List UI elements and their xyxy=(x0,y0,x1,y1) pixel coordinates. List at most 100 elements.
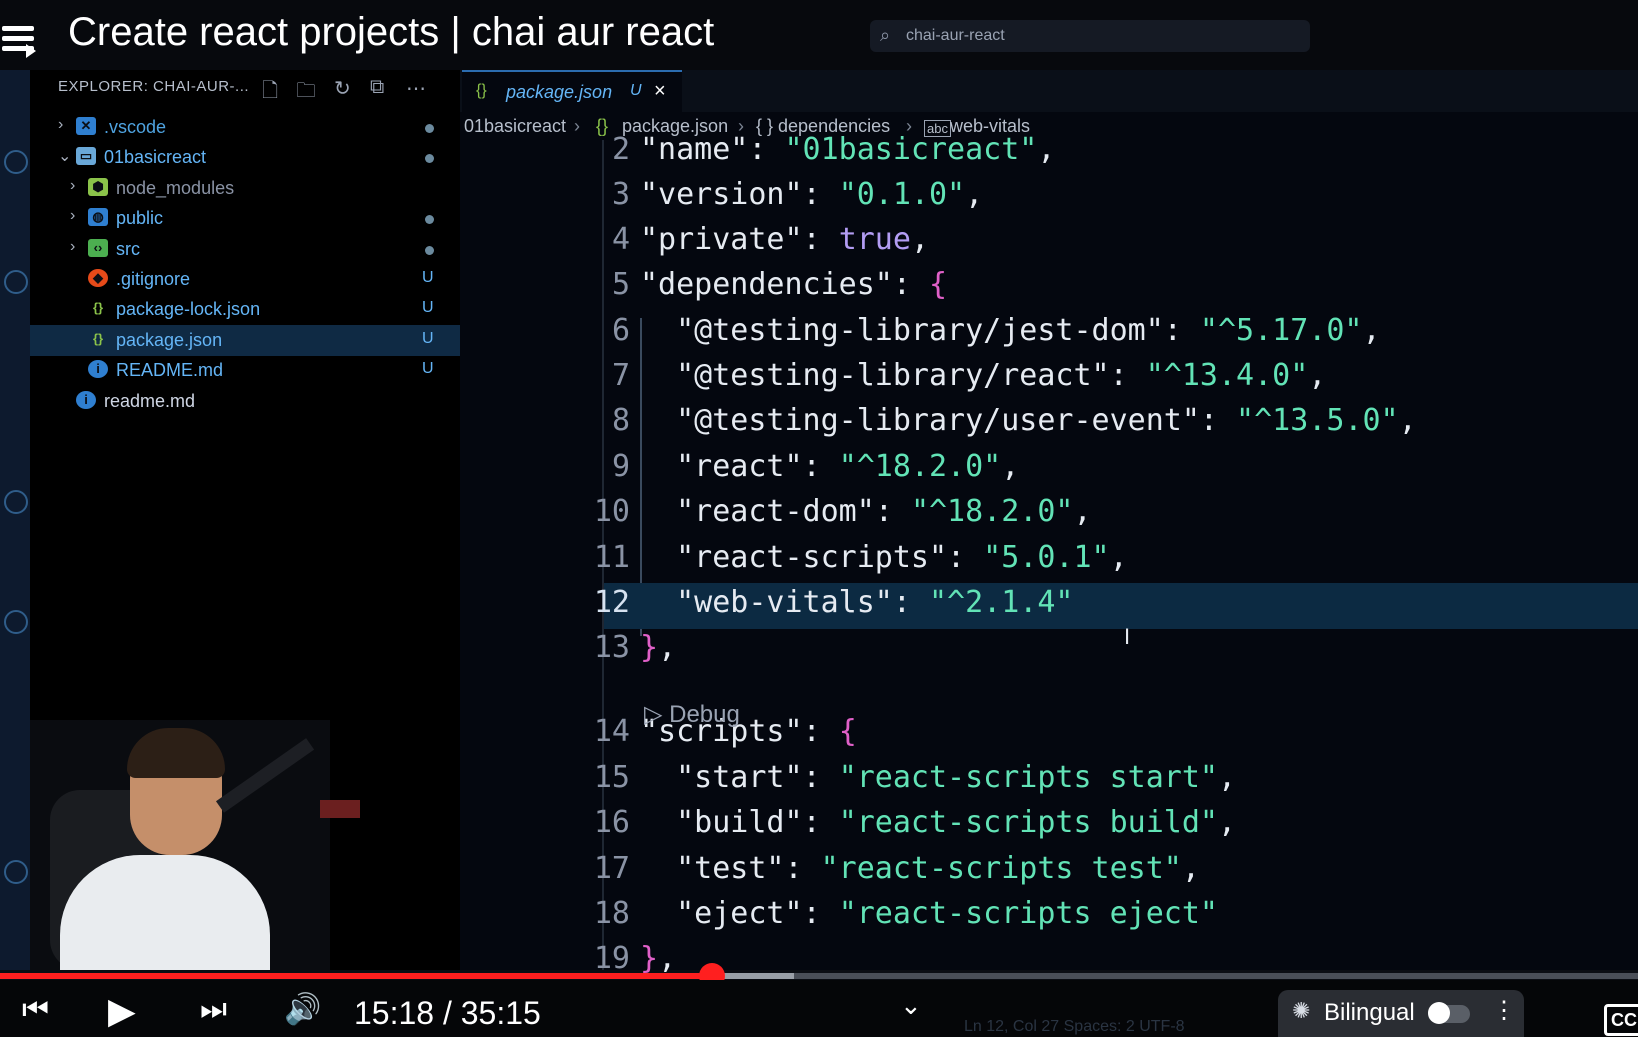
tree-item[interactable]: {} package.json U xyxy=(30,324,460,356)
code-token: : xyxy=(802,896,839,931)
line-number: 14 xyxy=(593,714,630,749)
code-token: , xyxy=(658,941,677,976)
tree-item[interactable]: › ⬢ node_modules xyxy=(30,173,460,204)
code-line[interactable]: 2 "name": "01basicreact", xyxy=(470,130,1638,176)
code-line[interactable]: 10 "react-dom": "^18.2.0", xyxy=(470,492,1638,538)
command-search-box[interactable]: ⌕ chai-aur-react xyxy=(870,20,1310,52)
json-icon: {} xyxy=(92,300,104,316)
microphone xyxy=(320,800,360,818)
tree-item[interactable]: › ‹› src xyxy=(30,234,460,265)
code-token: "^13.4.0" xyxy=(1145,358,1309,393)
tree-item[interactable]: i README.md U xyxy=(30,355,460,386)
code-line[interactable]: 4 "private": true, xyxy=(470,220,1638,266)
chevron-down-icon[interactable]: ⌄ xyxy=(58,146,71,166)
chevron-right-icon[interactable]: › xyxy=(70,207,75,225)
code-token: "dependencies" xyxy=(640,267,893,302)
code-line[interactable]: 17 "test": "react-scripts test", xyxy=(470,849,1638,895)
line-number: 15 xyxy=(593,760,630,795)
remote-icon[interactable] xyxy=(4,610,28,634)
code-token: , xyxy=(1308,358,1327,393)
next-icon[interactable]: ⏭ xyxy=(200,993,227,1027)
code-text: "dependencies": { xyxy=(640,267,947,302)
tree-item[interactable]: {} package-lock.json U xyxy=(30,294,460,325)
code-line[interactable]: 7 "@testing-library/react": "^13.4.0", xyxy=(470,356,1638,402)
tab-package-json[interactable]: {} package.json U × xyxy=(462,70,682,114)
code-token: , xyxy=(1217,805,1237,840)
search-icon: ⌕ xyxy=(880,25,891,45)
folder-vscode-icon: ✕ xyxy=(76,117,96,135)
video-title[interactable]: Create react projects | chai aur react xyxy=(68,10,714,55)
code-text: "react": "^18.2.0", xyxy=(640,449,1019,484)
code-text: "start": "react-scripts start", xyxy=(640,760,1236,795)
more-actions-icon[interactable]: ⋯ xyxy=(406,76,426,101)
code-line[interactable]: 6 "@testing-library/jest-dom": "^5.17.0"… xyxy=(470,311,1638,357)
close-icon[interactable]: × xyxy=(654,80,666,103)
code-line[interactable]: 13}, xyxy=(470,628,1638,674)
code-text: "@testing-library/react": "^13.4.0", xyxy=(640,358,1326,393)
tree-item[interactable]: ◆ .gitignore U xyxy=(30,264,460,295)
code-line[interactable]: 12 "web-vitals": "^2.1.4" xyxy=(594,583,1638,629)
activity-bar xyxy=(0,70,30,970)
source-control-icon[interactable] xyxy=(4,150,28,174)
line-number: 6 xyxy=(611,313,630,348)
info-icon: i xyxy=(76,390,96,409)
line-number: 16 xyxy=(593,805,630,840)
bilingual-toggle[interactable]: ✺ Bilingual ⋮ xyxy=(1278,990,1524,1037)
code-text: "web-vitals": "^2.1.4" xyxy=(640,585,1074,620)
account-icon[interactable] xyxy=(4,860,28,884)
code-line[interactable]: 11 "react-scripts": "5.0.1", xyxy=(470,538,1638,584)
collapse-all-icon[interactable]: ⧉ xyxy=(370,76,384,99)
codelens-debug[interactable]: ▷ Debug xyxy=(644,700,740,729)
code-token: : xyxy=(1163,313,1200,348)
code-line[interactable]: 9 "react": "^18.2.0", xyxy=(470,447,1638,493)
folder-src-icon: ‹› xyxy=(88,238,108,257)
tree-item-label: src xyxy=(116,238,140,259)
play-button[interactable]: ▶ xyxy=(108,990,136,1032)
tree-item[interactable]: › ◍ public xyxy=(30,203,460,234)
new-folder-icon[interactable]: 🗀 xyxy=(296,76,316,110)
code-token: "version" xyxy=(640,177,803,212)
code-token: , xyxy=(965,177,984,212)
code-token: "^2.1.4" xyxy=(929,585,1074,620)
code-text: "build": "react-scripts build", xyxy=(640,805,1236,840)
tree-item[interactable]: i readme.md xyxy=(30,386,460,417)
chevron-down-icon[interactable]: ⌄ xyxy=(900,990,922,1021)
code-line[interactable]: 18 "eject": "react-scripts eject" xyxy=(470,894,1638,940)
code-text: "react-scripts": "5.0.1", xyxy=(640,540,1128,575)
run-debug-icon[interactable] xyxy=(4,270,28,294)
explorer-title: EXPLORER: CHAI-AUR-... xyxy=(58,78,250,95)
chevron-right-icon[interactable]: › xyxy=(70,177,75,195)
new-file-icon[interactable]: 🗋 xyxy=(262,76,278,110)
code-line[interactable]: 15 "start": "react-scripts start", xyxy=(470,758,1638,804)
code-line[interactable]: 16 "build": "react-scripts build", xyxy=(470,803,1638,849)
modified-dot xyxy=(425,154,434,164)
chevron-right-icon[interactable]: › xyxy=(58,116,63,134)
code-token: , xyxy=(1073,494,1092,529)
chevron-right-icon[interactable]: › xyxy=(70,238,75,256)
code-token: "start" xyxy=(640,760,803,795)
menu-icon[interactable] xyxy=(0,20,40,60)
captions-button[interactable]: CC xyxy=(1604,1004,1638,1036)
code-token: : xyxy=(1109,358,1146,393)
volume-icon[interactable]: 🔊 xyxy=(284,992,321,1027)
code-token: "^5.17.0" xyxy=(1199,313,1363,348)
code-token: "react-scripts" xyxy=(640,540,948,575)
tree-item[interactable]: › ✕ .vscode xyxy=(30,112,460,143)
extensions-icon[interactable] xyxy=(4,490,28,514)
code-line[interactable]: 5 "dependencies": { xyxy=(470,265,1638,311)
line-number: 10 xyxy=(593,494,630,529)
tree-item[interactable]: ⌄ ▭ 01basicreact xyxy=(30,142,460,173)
bilingual-label: Bilingual xyxy=(1324,999,1415,1026)
previous-icon[interactable]: ⏮ xyxy=(22,993,49,1027)
tree-item-label: package.json xyxy=(116,329,223,350)
tree-item-label: 01basicreact xyxy=(104,147,207,168)
code-line[interactable]: 8 "@testing-library/user-event": "^13.5.… xyxy=(470,401,1638,447)
json-file-icon: {} xyxy=(476,82,487,99)
refresh-icon[interactable]: ↻ xyxy=(334,76,351,101)
code-line[interactable]: 3 "version": "0.1.0", xyxy=(470,175,1638,221)
codelens-debug-label: Debug xyxy=(669,701,740,728)
line-number: 19 xyxy=(593,941,630,976)
line-number: 5 xyxy=(611,267,630,302)
more-vertical-icon[interactable]: ⋮ xyxy=(1492,996,1516,1025)
code-token: : xyxy=(802,714,839,749)
